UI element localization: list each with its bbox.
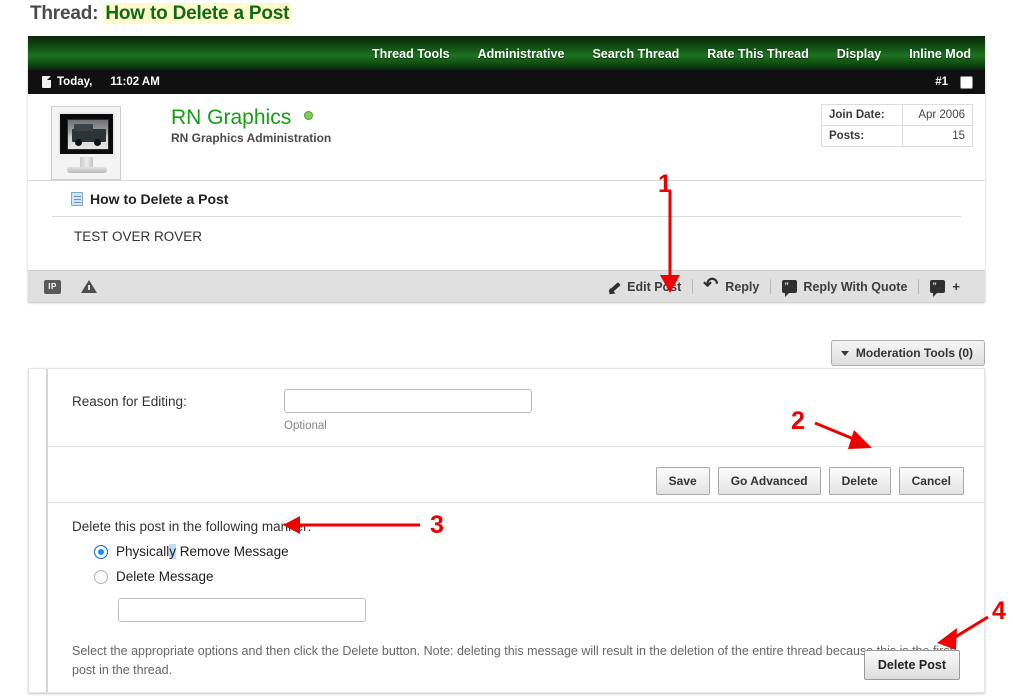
table-row: Posts: 15 (822, 126, 973, 147)
post-meta-bar: Today, 11:02 AM #1 (28, 70, 985, 94)
username-link[interactable]: RN Graphics (171, 106, 313, 130)
reason-field-wrap: Optional (284, 389, 532, 432)
rover-wheel-front (75, 139, 82, 146)
post-title: How to Delete a Post (90, 191, 228, 207)
annotation-1-number: 1 (658, 170, 672, 199)
label-part-a: Physicall (116, 544, 169, 559)
delete-heading: Delete this post in the following manner… (72, 519, 984, 534)
nav-display[interactable]: Display (837, 47, 881, 61)
radio-delete-message-label: Delete Message (116, 569, 214, 584)
edit-post-button[interactable]: Edit Post (596, 280, 692, 294)
report-warning-icon[interactable] (81, 280, 97, 293)
table-row: Join Date: Apr 2006 (822, 105, 973, 126)
save-button[interactable]: Save (656, 467, 710, 495)
avatar-imac-screen (58, 112, 115, 156)
reason-for-editing-input[interactable] (284, 389, 532, 413)
post-body: TEST OVER ROVER (28, 217, 985, 270)
posts-key: Posts: (822, 126, 903, 147)
reply-with-quote-button[interactable]: ” Reply With Quote (771, 280, 918, 294)
reply-with-quote-label: Reply With Quote (803, 280, 907, 294)
delete-note-text: Select the appropriate options and then … (72, 642, 960, 680)
edit-delete-panel: Reason for Editing: Optional Save Go Adv… (28, 368, 985, 693)
nav-administrative[interactable]: Administrative (478, 47, 565, 61)
radio-option-physically-remove[interactable]: Physically Remove Message (72, 544, 984, 559)
join-date-key: Join Date: (822, 105, 903, 126)
quote-plus-icon: ” (930, 280, 945, 293)
inline-mod-checkbox[interactable] (960, 76, 973, 89)
page-title: Thread: How to Delete a Post (30, 3, 291, 25)
annotation-2-number: 2 (791, 407, 805, 436)
panel-left-gutter (29, 369, 47, 692)
post-title-inner: How to Delete a Post (52, 181, 961, 217)
quote-glyph: ” (784, 282, 789, 291)
nav-thread-tools[interactable]: Thread Tools (372, 47, 450, 61)
label-part-c: Remove Message (176, 544, 289, 559)
cancel-button[interactable]: Cancel (899, 467, 964, 495)
post-time: 11:02 AM (110, 76, 159, 88)
optional-note: Optional (284, 420, 532, 432)
delete-reason-input[interactable] (118, 598, 366, 622)
multi-quote-button[interactable]: ” + (919, 279, 971, 294)
go-advanced-button[interactable]: Go Advanced (718, 467, 821, 495)
plus-icon: + (952, 279, 960, 294)
reply-button[interactable]: Reply (693, 280, 770, 294)
delete-options-section: Delete this post in the following manner… (48, 503, 984, 622)
moderation-tools-label: Moderation Tools (0) (856, 346, 973, 360)
posts-value: 15 (902, 126, 972, 147)
post-date: Today, (57, 76, 92, 88)
thread-name: How to Delete a Post (103, 3, 291, 24)
page-title-prefix: Thread: (30, 3, 98, 24)
radio-physically-remove-label: Physically Remove Message (116, 544, 289, 559)
post-card: Thread Tools Administrative Search Threa… (28, 36, 985, 302)
chevron-down-icon (841, 351, 849, 356)
reply-arrow-icon (704, 280, 719, 294)
radio-option-delete-message[interactable]: Delete Message (72, 569, 984, 584)
annotation-4-number: 4 (992, 597, 1006, 626)
edit-post-label: Edit Post (627, 280, 681, 294)
post-action-bar: IP Edit Post Reply ” Reply With Quote ” … (28, 270, 985, 302)
reason-for-editing-label: Reason for Editing: (72, 389, 284, 409)
delete-post-button[interactable]: Delete Post (864, 650, 960, 680)
nav-search-thread[interactable]: Search Thread (592, 47, 679, 61)
post-title-row: How to Delete a Post (28, 181, 985, 217)
radio-physically-remove[interactable] (94, 545, 108, 559)
page-root: Thread: How to Delete a Post Thread Tool… (0, 0, 1013, 700)
avatar-rover-photo (67, 119, 109, 150)
annotation-3-number: 3 (430, 511, 444, 540)
panel-inner: Reason for Editing: Optional Save Go Adv… (47, 369, 984, 692)
avatar-imac-base (67, 167, 107, 173)
user-info-table: Join Date: Apr 2006 Posts: 15 (821, 104, 973, 147)
avatar[interactable] (51, 106, 121, 180)
post-icon (71, 192, 83, 206)
rover-cab-shape (74, 124, 93, 131)
quote-icon: ” (782, 280, 797, 293)
thread-nav-bar: Thread Tools Administrative Search Threa… (28, 36, 985, 70)
delete-post-row: Delete Post (864, 650, 960, 680)
post-user-row: RN Graphics RN Graphics Administration J… (28, 94, 985, 181)
quote-glyph: ” (932, 282, 937, 291)
nav-rate-this-thread[interactable]: Rate This Thread (707, 47, 808, 61)
edit-buttons-row: Save Go Advanced Delete Cancel (48, 447, 984, 503)
moderation-tools-button[interactable]: Moderation Tools (0) (831, 340, 985, 366)
reason-for-editing-row: Reason for Editing: Optional (48, 369, 984, 447)
user-title: RN Graphics Administration (171, 131, 331, 145)
online-status-icon (304, 111, 313, 120)
ip-button[interactable]: IP (44, 280, 61, 294)
rover-wheel-rear (94, 139, 101, 146)
post-number[interactable]: #1 (935, 76, 948, 88)
radio-delete-message[interactable] (94, 570, 108, 584)
nav-inline-mod[interactable]: Inline Mod (909, 47, 971, 61)
reply-label: Reply (725, 280, 759, 294)
join-date-value: Apr 2006 (902, 105, 972, 126)
document-icon (42, 76, 51, 88)
username-text: RN Graphics (171, 106, 291, 129)
delete-button[interactable]: Delete (829, 467, 891, 495)
pencil-icon (607, 280, 621, 294)
